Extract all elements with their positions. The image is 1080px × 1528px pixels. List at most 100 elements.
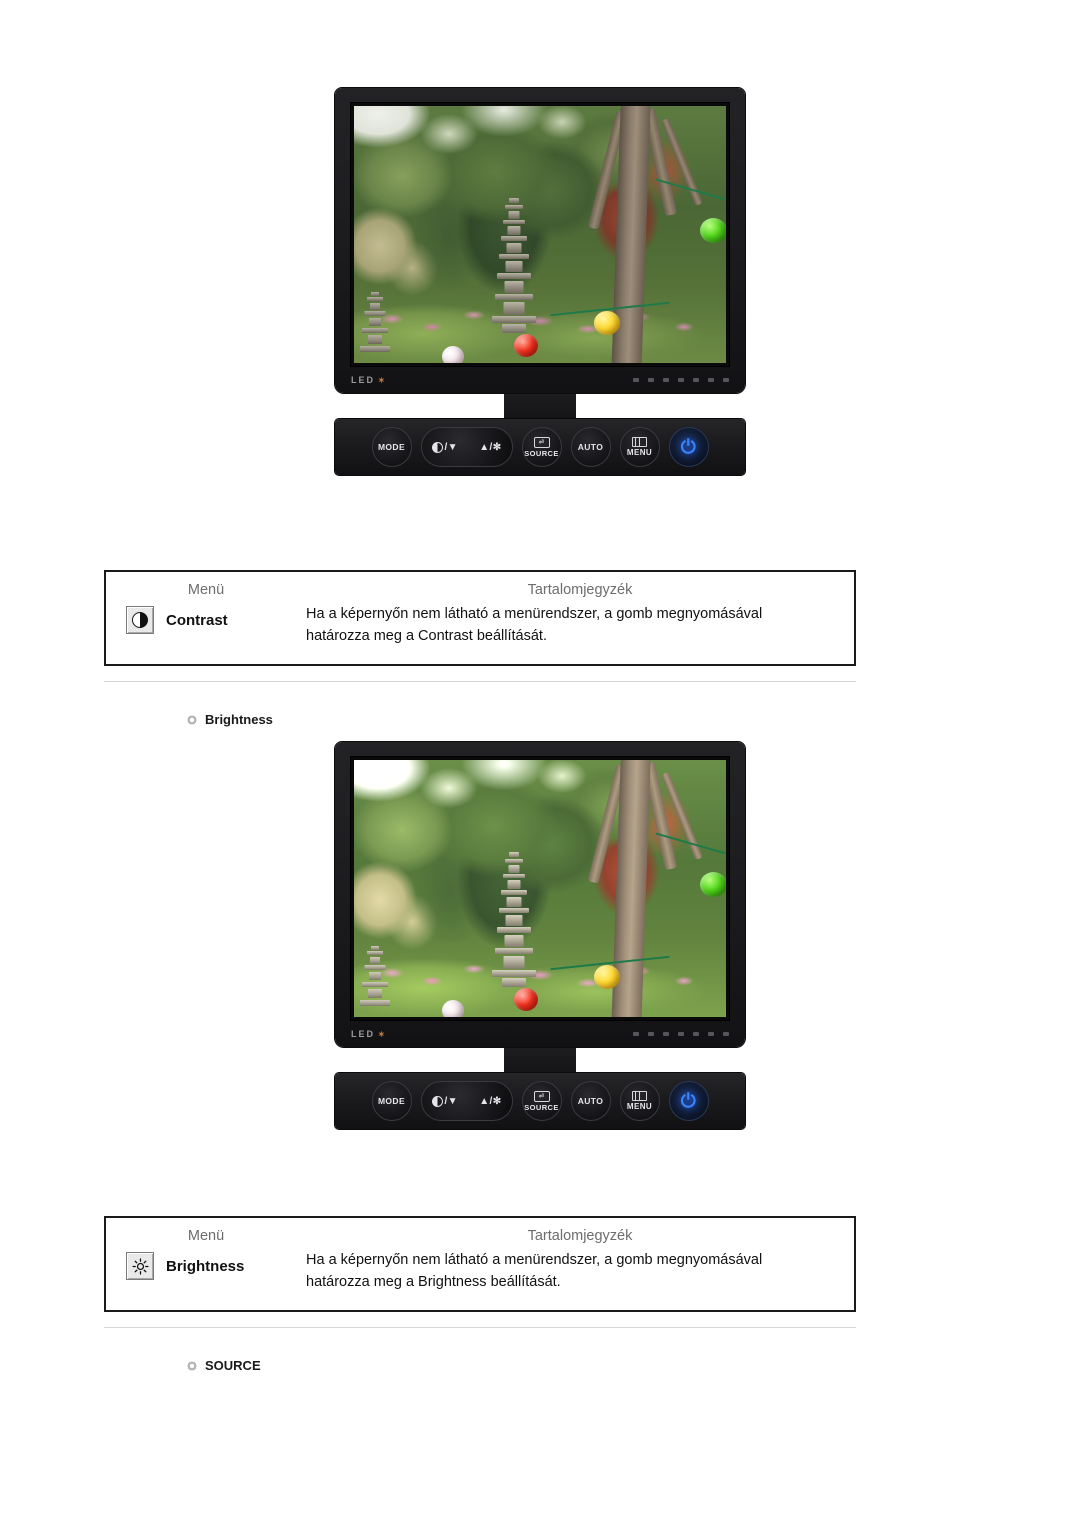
bezel-dot-icon [678,1032,684,1036]
gear-bullet-icon [187,1360,197,1371]
screen-image-garden [354,106,726,363]
brightness-up-label: ▲/✻ [479,441,502,453]
stone-pagoda-secondary [360,946,390,1008]
menu-button-label: MENU [626,1102,653,1111]
lantern-red [514,334,538,357]
brightness-up-label: ▲/✻ [479,1095,502,1107]
half-circle-icon [431,441,443,453]
bezel-dot-icon [708,378,714,382]
contrast-brightness-rocker[interactable]: /▼ ▲/✻ [420,427,513,467]
bezel-dot-icon [693,1032,699,1036]
half-circle-icon [431,1095,443,1107]
contrast-menu-table: Menü Tartalomjegyzék Contrast Ha a képer… [104,570,856,666]
menu-item-description: Ha a képernyőn nem látható a menürendsze… [306,606,763,644]
contrast-down-button[interactable]: /▼ [431,441,458,453]
bezel-button-indicators [633,378,729,382]
monitor-screen [350,102,730,367]
bezel-bottom-strip: LED ✶ [335,367,745,393]
lantern-yellow [594,311,620,335]
contrast-glyph-icon [132,612,148,628]
monitor-neck [504,1047,576,1073]
bezel-button-indicators [633,1032,729,1036]
monitor-assembly: LED ✶ MODE /▼ ▲/✻ ⏎ SOURCE AUTO MENU ⏻ [335,88,745,475]
mode-button-label: MODE [377,442,406,452]
led-spark-icon: ✶ [378,1029,387,1039]
source-button[interactable]: ⏎ SOURCE [521,1081,562,1121]
source-button-label: SOURCE [524,448,559,458]
auto-button-label: AUTO [577,442,604,452]
column-header-menu: Menü [187,582,225,598]
monitor-illustration-brightness: LED ✶ MODE /▼ ▲/✻ ⏎ SOURCE AUTO MENU ⏻ [0,742,1080,1129]
mode-button[interactable]: MODE [371,427,412,467]
power-button[interactable]: ⏻ [668,1081,709,1121]
section-divider [104,681,856,682]
lantern-green [700,218,726,243]
bezel-dot-icon [663,378,669,382]
power-button[interactable]: ⏻ [668,427,709,467]
bezel-bottom-strip: LED ✶ [335,1021,745,1047]
led-label: LED [351,375,375,385]
mode-button[interactable]: MODE [371,1081,412,1121]
contrast-icon [126,606,154,634]
section-title: SOURCE [205,1358,261,1373]
brightness-icon [126,1252,154,1280]
contrast-down-label: /▼ [444,1095,458,1107]
menu-button[interactable]: MENU [619,427,660,467]
menu-button-label: MENU [626,448,653,457]
monitor-assembly: LED ✶ MODE /▼ ▲/✻ ⏎ SOURCE AUTO MENU ⏻ [335,742,745,1129]
power-icon: ⏻ [680,1090,697,1112]
monitor-illustration-contrast: LED ✶ MODE /▼ ▲/✻ ⏎ SOURCE AUTO MENU ⏻ [0,88,1080,475]
monitor-bezel: LED ✶ [335,742,745,1047]
bezel-dot-icon [663,1032,669,1036]
bezel-dot-icon [723,1032,729,1036]
bezel-dot-icon [708,1032,714,1036]
section-divider [104,1327,856,1328]
stone-pagoda [492,852,536,987]
stone-pagoda [492,198,536,333]
lantern-green [700,872,726,897]
screen-image-garden [354,760,726,1017]
monitor-screen [350,756,730,1021]
column-header-contents: Tartalomjegyzék [527,1228,633,1244]
bezel-dot-icon [648,378,654,382]
auto-button[interactable]: AUTO [570,427,611,467]
menu-rect-icon [632,1091,647,1101]
monitor-bezel: LED ✶ [335,88,745,393]
menu-button[interactable]: MENU [619,1081,660,1121]
bezel-dot-icon [693,378,699,382]
bezel-dot-icon [633,1032,639,1036]
power-icon: ⏻ [680,436,697,458]
column-header-contents: Tartalomjegyzék [527,582,633,598]
lantern-white [442,346,464,363]
contrast-down-button[interactable]: /▼ [431,1095,458,1107]
led-brand-mark: LED ✶ [351,375,387,385]
lantern-red [514,988,538,1011]
control-button-panel: MODE /▼ ▲/✻ ⏎ SOURCE AUTO MENU ⏻ [335,419,745,475]
display-enter-icon: ⏎ [533,1090,550,1102]
auto-button[interactable]: AUTO [570,1081,611,1121]
control-button-panel: MODE /▼ ▲/✻ ⏎ SOURCE AUTO MENU ⏻ [335,1073,745,1129]
menu-item-cell: Brightness [106,1250,306,1280]
contrast-down-label: /▼ [444,441,458,453]
menu-item-label: Brightness [166,1257,245,1275]
source-button[interactable]: ⏎ SOURCE [521,427,562,467]
lantern-yellow [594,965,620,989]
auto-button-label: AUTO [577,1096,604,1106]
menu-item-cell: Contrast [106,604,306,634]
stone-pagoda-secondary [360,292,390,354]
brightness-up-button[interactable]: ▲/✻ [479,1096,501,1107]
section-heading-brightness: Brightness [186,712,273,727]
table-header-row: Menü Tartalomjegyzék [106,1218,854,1250]
led-spark-icon: ✶ [378,375,387,385]
brightness-up-button[interactable]: ▲/✻ [479,442,501,453]
bezel-dot-icon [723,378,729,382]
contrast-brightness-rocker[interactable]: /▼ ▲/✻ [420,1081,513,1121]
flower-bed [354,305,726,345]
gear-bullet-icon [187,714,197,725]
mode-button-label: MODE [377,1096,406,1106]
flower-bed [354,959,726,999]
menu-item-label: Contrast [166,611,228,629]
led-label: LED [351,1029,375,1039]
table-row: Brightness Ha a képernyőn nem látható a … [106,1250,854,1310]
table-row: Contrast Ha a képernyőn nem látható a me… [106,604,854,664]
